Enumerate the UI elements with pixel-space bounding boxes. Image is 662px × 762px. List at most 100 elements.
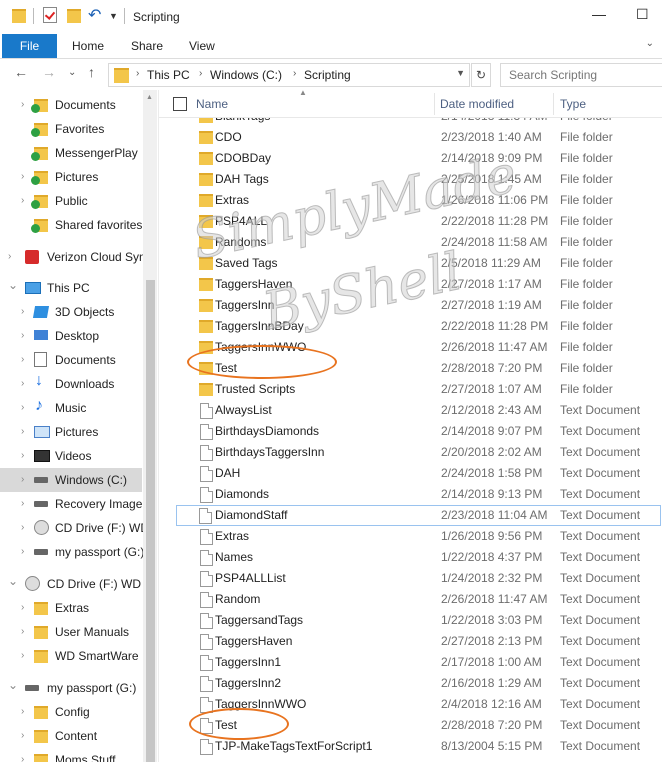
sidebar-item[interactable]: › Recovery Image — [0, 492, 142, 516]
chevron-right-icon[interactable]: › — [21, 474, 24, 485]
sidebar-item[interactable]: › Documents — [0, 348, 142, 372]
breadcrumb-separator[interactable]: › — [293, 68, 296, 79]
file-row[interactable]: TaggersandTags 1/22/2018 3:03 PM Text Docu… — [159, 610, 662, 631]
chevron-right-icon[interactable]: › — [21, 378, 24, 389]
sidebar-item[interactable]: MessengerPlay — [0, 141, 142, 165]
chevron-right-icon[interactable]: › — [21, 498, 24, 509]
back-button[interactable]: ← — [14, 64, 28, 80]
folder-row[interactable]: TaggersInnWWO 2/26/2018 11:47 AM File fold… — [159, 337, 662, 358]
folder-row[interactable]: Extras 1/26/2018 11:06 PM File folder — [159, 190, 662, 211]
search-input[interactable] — [507, 67, 661, 83]
sidebar-scrollbar[interactable]: ▲ — [143, 90, 157, 762]
folder-row[interactable]: Randoms 2/24/2018 11:58 AM File folder — [159, 232, 662, 253]
file-row[interactable]: BirthdaysTaggersInn 2/20/2018 2:02 AM Text… — [159, 442, 662, 463]
sidebar-item[interactable]: › Pictures — [0, 165, 142, 189]
search-box[interactable] — [500, 63, 662, 87]
chevron-right-icon[interactable]: › — [21, 626, 24, 637]
sidebar-item[interactable]: › Pictures — [0, 420, 142, 444]
chevron-right-icon[interactable]: › — [21, 602, 24, 613]
maximize-button[interactable]: ☐ — [636, 6, 649, 23]
breadcrumb-separator[interactable]: › — [136, 68, 139, 79]
sidebar-item[interactable]: › Public — [0, 189, 142, 213]
refresh-button[interactable]: ↻ — [471, 63, 491, 87]
tab-share[interactable]: Share — [131, 34, 163, 58]
sidebar-item[interactable]: Shared favorites — [0, 213, 142, 237]
column-name[interactable]: Name — [196, 97, 228, 111]
sidebar-item[interactable]: › Extras — [0, 596, 142, 620]
chevron-right-icon[interactable]: › — [21, 330, 24, 341]
sidebar-item[interactable]: ⌄ This PC — [0, 276, 142, 300]
column-divider[interactable] — [553, 93, 554, 115]
sidebar-item[interactable]: › Documents — [0, 93, 142, 117]
file-row[interactable]: TaggersInn1 2/17/2018 1:00 AM Text Documen… — [159, 652, 662, 673]
folder-row[interactable]: TaggersHaven 2/27/2018 1:17 AM File folder — [159, 274, 662, 295]
file-row[interactable]: Random 2/26/2018 11:47 AM Text Document — [159, 589, 662, 610]
chevron-right-icon[interactable]: › — [8, 251, 11, 262]
sidebar-item[interactable]: ⌄ CD Drive (F:) WD S — [0, 572, 152, 596]
address-bar[interactable]: › This PC › Windows (C:) › Scripting ▼ — [108, 63, 470, 87]
breadcrumb-scripting[interactable]: Scripting — [304, 68, 351, 82]
sidebar-item[interactable]: ⌄ my passport (G:) — [0, 676, 142, 700]
file-row[interactable]: Diamonds 2/14/2018 9:13 PM Text Document — [159, 484, 662, 505]
address-dropdown-icon[interactable]: ▼ — [456, 68, 465, 78]
folder-row[interactable]: CDOBDay 2/14/2018 9:09 PM File folder — [159, 148, 662, 169]
forward-button[interactable]: → — [42, 64, 56, 80]
chevron-right-icon[interactable]: › — [21, 195, 24, 206]
sidebar-item[interactable]: › my passport (G:) — [0, 540, 144, 564]
chevron-right-icon[interactable]: › — [21, 354, 24, 365]
minimize-button[interactable]: — — [592, 6, 606, 22]
file-row[interactable]: TJP-MakeTagsTextForScript1 8/13/2004 5:15… — [159, 736, 662, 757]
chevron-right-icon[interactable]: › — [21, 522, 24, 533]
file-row[interactable]: PSP4ALLList 1/24/2018 2:32 PM Text Documen… — [159, 568, 662, 589]
folder-row[interactable]: DAH Tags 2/25/2018 1:45 AM File folder — [159, 169, 662, 190]
chevron-right-icon[interactable]: › — [21, 306, 24, 317]
chevron-right-icon[interactable]: › — [21, 426, 24, 437]
folder-row[interactable]: Trusted Scripts 2/27/2018 1:07 AM File fol… — [159, 379, 662, 400]
new-folder-icon[interactable] — [67, 9, 81, 23]
sidebar-item[interactable]: › Verizon Cloud Syn — [0, 245, 146, 269]
file-row[interactable]: Extras 1/26/2018 9:56 PM Text Document — [159, 526, 662, 547]
breadcrumb-separator[interactable]: › — [199, 68, 202, 79]
chevron-right-icon[interactable]: › — [21, 650, 24, 661]
chevron-right-icon[interactable]: › — [21, 402, 24, 413]
file-row[interactable]: DAH 2/24/2018 1:58 PM Text Document — [159, 463, 662, 484]
chevron-down-icon[interactable]: ⌄ — [8, 278, 18, 292]
sidebar-item[interactable]: › 3D Objects — [0, 300, 142, 324]
expand-ribbon-icon[interactable]: ⌄ — [646, 38, 654, 49]
file-row[interactable]: TaggersInnWWO 2/4/2018 12:16 AM Text Docum… — [159, 694, 662, 715]
file-row[interactable]: TaggersHaven 2/27/2018 2:13 PM Text Docume… — [159, 631, 662, 652]
folder-row[interactable]: CDO 2/23/2018 1:40 AM File folder — [159, 127, 662, 148]
sidebar-item[interactable]: › Videos — [0, 444, 142, 468]
chevron-down-icon[interactable]: ⌄ — [8, 574, 18, 588]
select-all-checkbox[interactable] — [173, 97, 187, 111]
column-divider[interactable] — [434, 93, 435, 115]
scrollbar-thumb[interactable] — [146, 280, 155, 762]
chevron-right-icon[interactable]: › — [21, 706, 24, 717]
chevron-right-icon[interactable]: › — [21, 171, 24, 182]
file-row[interactable]: Test 2/28/2018 7:20 PM Text Document — [159, 715, 662, 736]
sidebar-item[interactable]: Favorites — [0, 117, 142, 141]
tab-home[interactable]: Home — [72, 34, 104, 58]
sidebar-item[interactable]: › Moms Stuff — [0, 748, 142, 762]
file-row[interactable]: BirthdaysDiamonds 2/14/2018 9:07 PM Text D… — [159, 421, 662, 442]
chevron-right-icon[interactable]: › — [21, 546, 24, 557]
properties-icon[interactable] — [43, 7, 57, 23]
sidebar-item[interactable]: › WD SmartWare — [0, 644, 142, 668]
tab-view[interactable]: View — [189, 34, 215, 58]
file-row[interactable]: Names 1/22/2018 4:37 PM Text Document — [159, 547, 662, 568]
chevron-down-icon[interactable]: ▼ — [109, 11, 118, 21]
folder-row[interactable]: TaggersInn 2/27/2018 1:19 AM File folder — [159, 295, 662, 316]
chevron-down-icon[interactable]: ⌄ — [8, 678, 18, 692]
breadcrumb-this-pc[interactable]: This PC — [147, 68, 190, 82]
column-type[interactable]: Type — [560, 97, 586, 111]
column-date-modified[interactable]: Date modified — [440, 97, 514, 111]
scroll-up-arrow[interactable]: ▲ — [146, 94, 153, 101]
breadcrumb-windows-c[interactable]: Windows (C:) — [210, 68, 282, 82]
file-row[interactable]: TaggersInn2 2/16/2018 1:29 AM Text Documen… — [159, 673, 662, 694]
sidebar-item[interactable]: › CD Drive (F:) WD — [0, 516, 149, 540]
sidebar-item[interactable]: › User Manuals — [0, 620, 142, 644]
folder-row[interactable]: Saved Tags 2/5/2018 11:29 AM File folder — [159, 253, 662, 274]
up-button[interactable]: ↑ — [88, 64, 95, 80]
file-row[interactable]: AlwaysList 2/12/2018 2:43 AM Text Document — [159, 400, 662, 421]
tab-file[interactable]: File — [2, 34, 57, 58]
